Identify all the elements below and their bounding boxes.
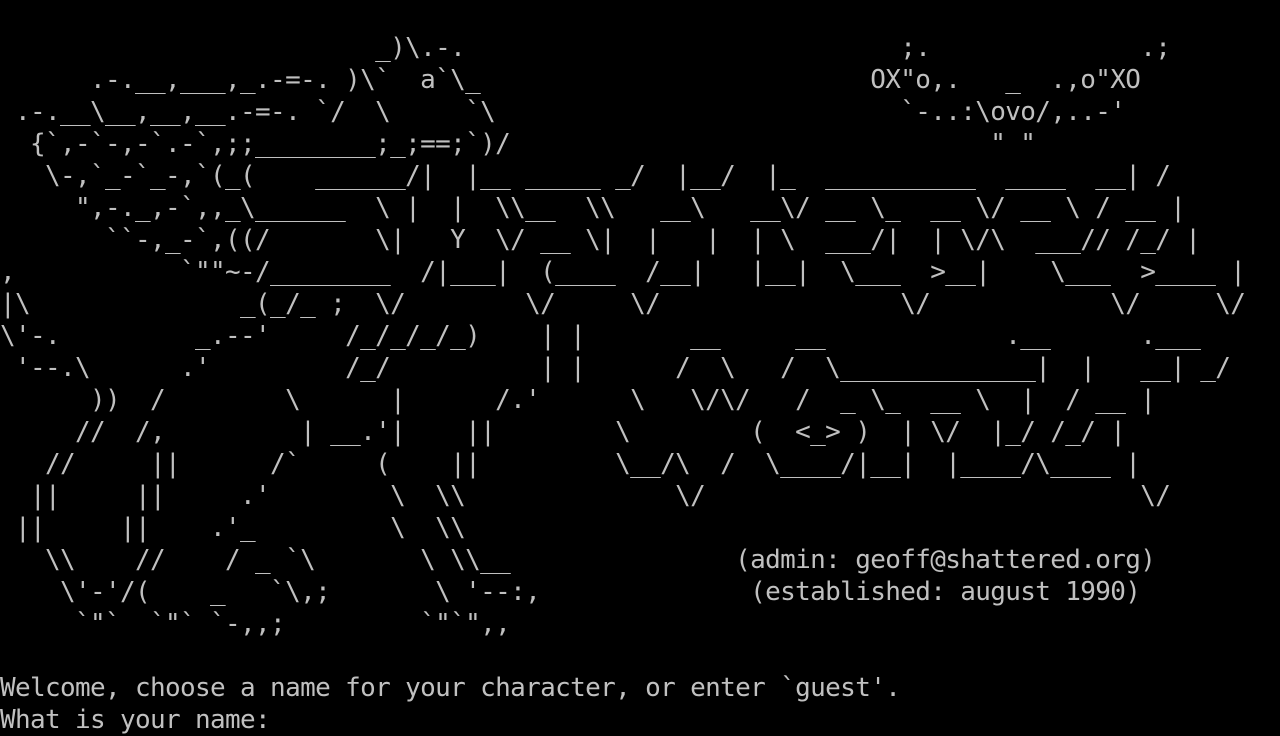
name-input[interactable] — [285, 704, 1186, 736]
ascii-art-line: // /, | __.'| || \ ( <_> ) | \/ |_/ /_/ … — [0, 417, 1126, 447]
ascii-art-line: || || .'_ \ \\ — [0, 513, 466, 543]
name-prompt-label: What is your name: — [0, 705, 286, 735]
ascii-art-line: || || .' \ \\ \/ \/ — [0, 481, 1171, 511]
ascii-art-line: .-.__\__,__,__.-=-. `/ \ `\ `-..:\ovo/,.… — [0, 97, 1126, 127]
ascii-art-line: .-.__,___,_.-=-. )\` a`\_ OX"o,. _ .,o"X… — [0, 65, 1141, 95]
ascii-art-line: \'-. _.--' /_/_/_/_) | | __ __ .__ .___ — [0, 321, 1201, 351]
ascii-art-line: \'-'/( _ `\,; \ '--:, (established: augu… — [0, 577, 1141, 607]
ascii-art-line: \-,`_-`_-,`(_( ______/| |__ _____ _/ |__… — [0, 161, 1171, 191]
ascii-art-line: // || /` ( || \__/\ / \____/|__| |____/\… — [0, 449, 1141, 479]
welcome-message: Welcome, choose a name for your characte… — [0, 673, 901, 703]
ascii-art-line: ``-,_-`,((/ \| Y \/ __ \| | | | \ ___/| … — [0, 225, 1201, 255]
ascii-art-line: {`,-`-,-`.-`,;;________;_;==;`)/ " " — [0, 129, 1036, 159]
ascii-art-line: )) / \ | /.' \ \/\/ / _ \_ __ \ | / __ | — [0, 385, 1156, 415]
ascii-art-line: \\ // / _ `\ \ \\__ (admin: geoff@shatte… — [0, 545, 1156, 575]
ascii-art-line: _)\.-. ;. .; — [0, 33, 1171, 63]
ascii-art-line: |\ _(_/_ ; \/ \/ \/ \/ \/ \/ — [0, 289, 1246, 319]
ascii-art-line: ",-._,-`,,_\______ \ | | \\__ \\ __\ __\… — [0, 193, 1186, 223]
name-prompt-row: What is your name: — [0, 704, 1186, 736]
ascii-art-line: '--.\ .' /_/ | | / \ / \_____________| |… — [0, 353, 1231, 383]
terminal-window: _)\.-. ;. .; .-.__,___,_.-=-. )\` a`\_ O… — [0, 0, 1280, 736]
ascii-art-line: , `""~-/________ /|___| (____ /__| |__| … — [0, 257, 1246, 287]
ascii-art-line: `"` `"` `-,,; `"`",, — [0, 609, 511, 639]
